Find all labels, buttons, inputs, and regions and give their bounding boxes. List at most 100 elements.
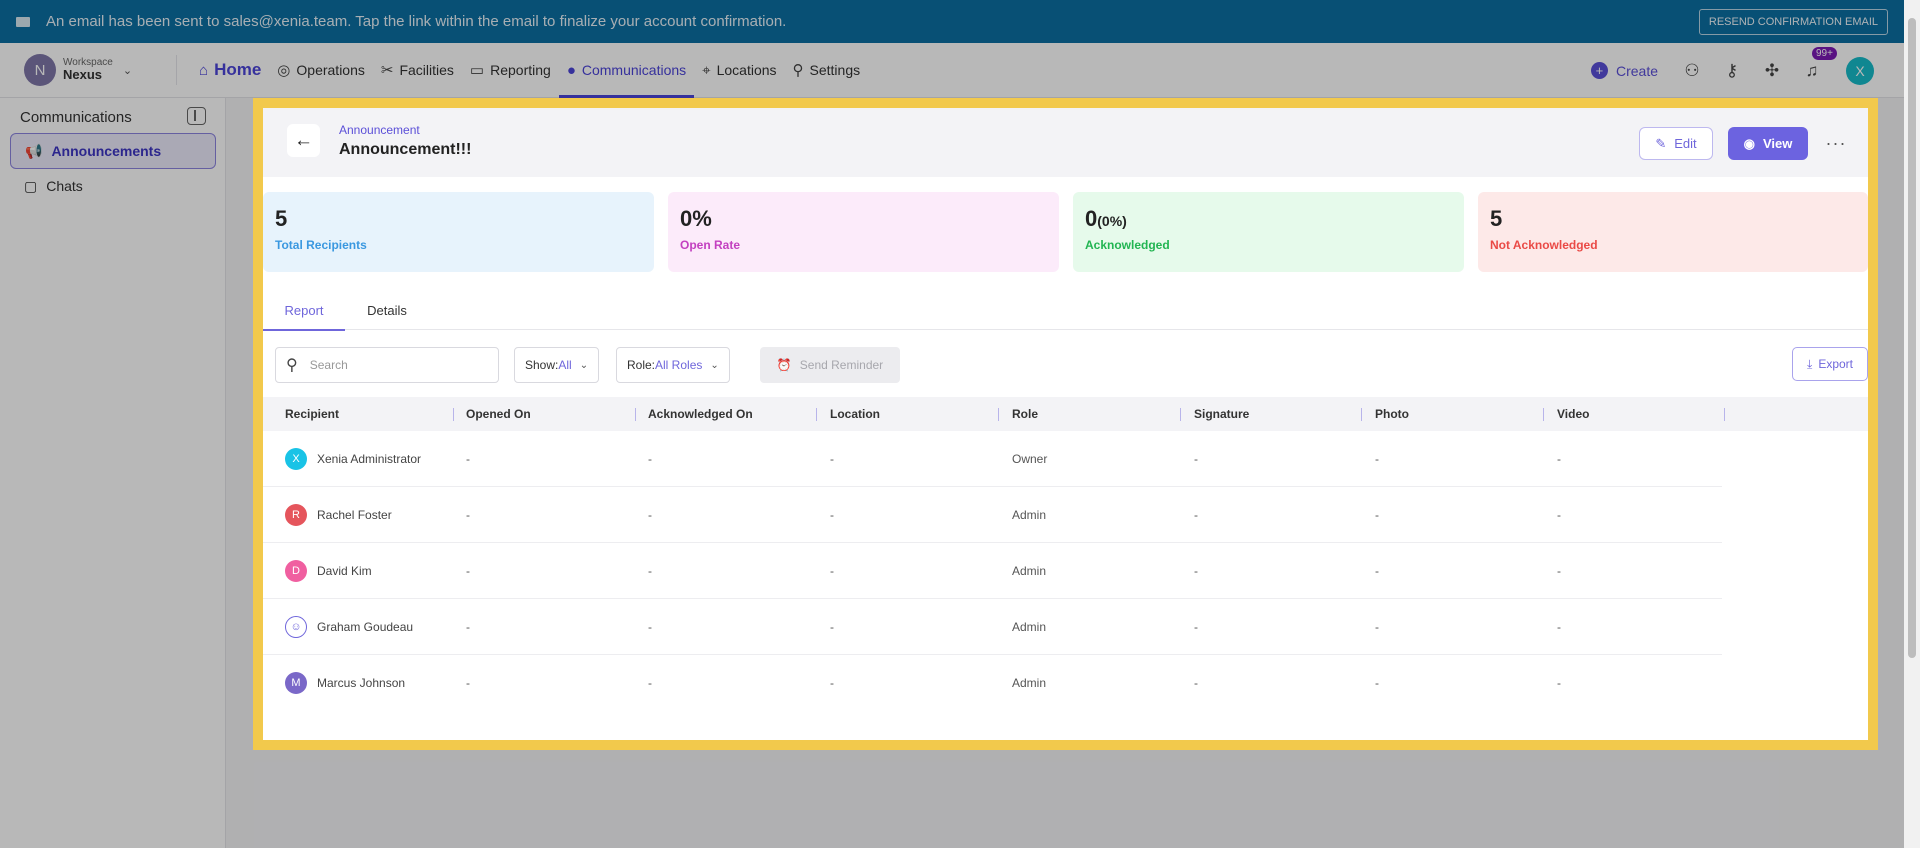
opened-on-cell: - [466,676,470,690]
column-header-opened-on[interactable]: Opened On [466,397,531,431]
stat-label: Open Rate [680,238,741,252]
column-resize-handle[interactable] [816,408,817,421]
show-filter-value: All [558,358,572,372]
acknowledged-on-cell: - [648,620,652,634]
view-label: View [1762,136,1793,151]
show-filter-label: Show: [525,358,559,372]
acknowledged-on-cell: - [648,508,652,522]
column-header-photo[interactable]: Photo [1375,397,1409,431]
chevron-down-icon: ⌄ [579,359,589,371]
column-resize-handle[interactable] [1361,408,1362,421]
search-icon: ⚲ [286,357,298,374]
table-row[interactable]: D David Kim - - - Admin - - - [263,543,1722,599]
role-cell: Admin [1012,564,1047,578]
export-button[interactable]: ⤓ Export [1792,347,1868,381]
table-row[interactable]: R Rachel Foster - - - Admin - - - [263,487,1722,543]
column-resize-handle[interactable] [1543,408,1544,421]
page-scrollbar[interactable] [1904,0,1920,848]
stat-card-acknowledged: 0(0%) Acknowledged [1073,192,1464,272]
user-outline-icon: ☺ [285,616,307,638]
acknowledged-on-cell: - [648,564,652,578]
signature-cell: - [1194,452,1198,466]
stat-label: Total Recipients [275,238,367,252]
search-field[interactable]: ⚲ [275,347,499,383]
download-icon: ⤓ [1807,356,1813,371]
column-header-video[interactable]: Video [1557,397,1589,431]
stat-label: Not Acknowledged [1490,238,1598,252]
table-row[interactable]: ☺ Graham Goudeau - - - Admin - - - [263,599,1722,655]
table-row[interactable]: X Xenia Administrator - - - Owner - - - [263,431,1722,487]
column-resize-handle[interactable] [635,408,636,421]
alarm-clock-icon: ⏰ [776,358,792,372]
send-reminder-button[interactable]: ⏰ Send Reminder [760,347,900,383]
page-title: Announcement!!! [339,141,472,158]
stat-card-total-recipients: 5 Total Recipients [263,192,654,272]
arrow-left-icon: ← [294,129,313,151]
more-options-icon[interactable]: ··· [1818,127,1854,160]
edit-button[interactable]: ✎ Edit [1639,127,1713,160]
column-header-recipient[interactable]: Recipient [285,397,339,431]
video-cell: - [1557,620,1561,634]
column-header-acknowledged-on[interactable]: Acknowledged On [648,397,753,431]
avatar: M [285,672,307,694]
location-cell: - [830,452,834,466]
location-cell: - [830,508,834,522]
photo-cell: - [1375,564,1379,578]
avatar: R [285,504,307,526]
stat-card-not-acknowledged: 5 Not Acknowledged [1478,192,1868,272]
role-filter-dropdown[interactable]: Role: All Roles ⌄ [616,347,730,383]
role-filter-label: Role: [627,358,656,372]
announcement-panel: ← Announcement Announcement!!! ✎ Edit ◉ Vi… [253,98,1878,750]
opened-on-cell: - [466,452,470,466]
scrollbar-thumb[interactable] [1908,18,1916,658]
pencil-icon: ✎ [1655,135,1667,151]
video-cell: - [1557,452,1561,466]
avatar: D [285,560,307,582]
show-filter-dropdown[interactable]: Show: All ⌄ [514,347,600,383]
stat-card-open-rate: 0% Open Rate [668,192,1059,272]
role-cell: Admin [1012,676,1047,690]
role-filter-value: All Roles [655,358,703,372]
acknowledged-on-cell: - [648,676,652,690]
recipient-cell: R Rachel Foster [285,487,392,543]
tab-report[interactable]: Report [263,291,345,331]
opened-on-cell: - [466,564,470,578]
stat-value: 0% [680,206,712,231]
stat-value: 0 [1085,206,1098,231]
column-resize-handle[interactable] [998,408,999,421]
signature-cell: - [1194,508,1198,522]
stat-label: Acknowledged [1085,238,1170,252]
column-resize-handle[interactable] [1180,408,1181,421]
table-row[interactable]: M Marcus Johnson - - - Admin - - - [263,655,1722,711]
photo-cell: - [1375,620,1379,634]
location-cell: - [830,620,834,634]
photo-cell: - [1375,676,1379,690]
column-header-signature[interactable]: Signature [1194,397,1249,431]
location-cell: - [830,676,834,690]
location-cell: - [830,564,834,578]
column-header-location[interactable]: Location [830,397,880,431]
chevron-down-icon: ⌄ [710,359,719,371]
column-resize-handle[interactable] [1724,408,1725,421]
photo-cell: - [1375,508,1379,522]
recipient-cell: D David Kim [285,543,372,599]
recipient-name: Xenia Administrator [317,452,422,466]
edit-label: Edit [1674,136,1697,151]
video-cell: - [1557,508,1561,522]
recipient-cell: M Marcus Johnson [285,655,405,711]
tab-details[interactable]: Details [345,291,429,330]
signature-cell: - [1194,676,1198,690]
view-button[interactable]: ◉ View [1728,127,1808,160]
search-input[interactable] [309,358,480,372]
column-header-role[interactable]: Role [1012,397,1038,431]
back-button[interactable]: ← [287,124,320,157]
breadcrumb[interactable]: Announcement [339,123,420,137]
role-cell: Admin [1012,508,1047,522]
tab-bar: Report Details [263,291,1868,331]
column-resize-handle[interactable] [453,408,454,421]
recipient-name: David Kim [317,564,372,578]
announcement-header: ← Announcement Announcement!!! ✎ Edit ◉ Vi… [263,108,1868,177]
stat-sub: (0%) [1097,213,1127,229]
export-label: Export [1818,357,1853,371]
photo-cell: - [1375,452,1379,466]
